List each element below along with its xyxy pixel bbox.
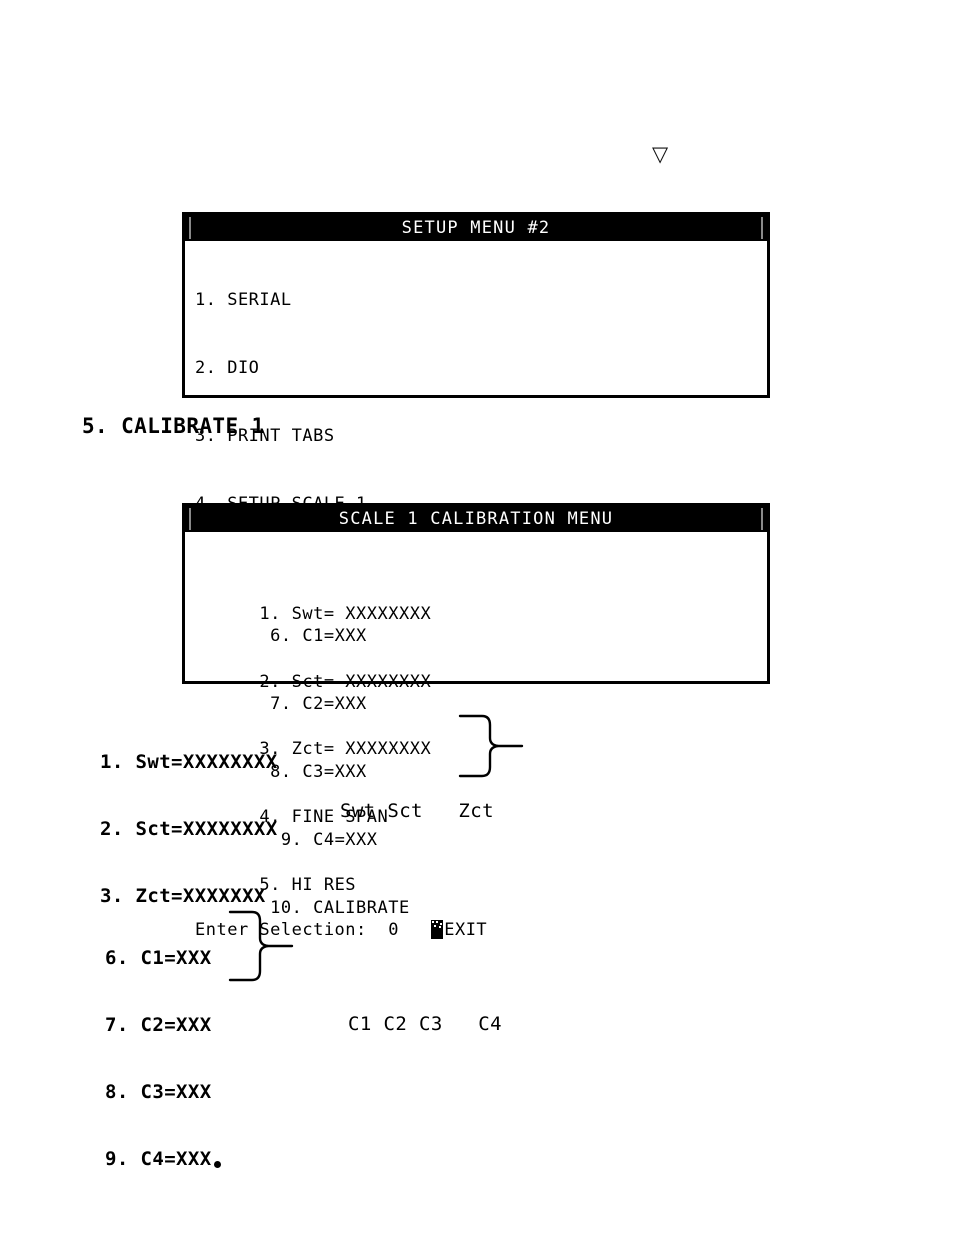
callout-a-item-swt: 1. Swt=XXXXXXXX bbox=[100, 751, 278, 773]
calibration-item-c1[interactable]: 6. C1=XXX bbox=[259, 626, 366, 646]
calibration-gap-1 bbox=[399, 920, 431, 940]
setup-menu-title-bar: SETUP MENU #2 bbox=[185, 215, 767, 241]
callout-a-sub-labels: Swt Sct Zct bbox=[340, 800, 494, 822]
callout-a-list: 1. Swt=XXXXXXXX 2. Sct=XXXXXXXX 3. Zct=X… bbox=[100, 707, 278, 930]
calibration-row-2: 2. Sct= XXXXXXXX 7. C2=XXX bbox=[195, 648, 767, 715]
setup-menu-title: SETUP MENU #2 bbox=[401, 218, 551, 238]
calibration-prompt-spacer bbox=[367, 920, 388, 940]
down-triangle-icon: ▽ bbox=[652, 142, 669, 166]
calibration-item-zct[interactable]: 3. Zct= XXXXXXXX bbox=[259, 739, 431, 759]
calibration-menu-title-bar: SCALE 1 CALIBRATION MENU bbox=[185, 506, 767, 532]
calibration-selection-value[interactable]: 0 bbox=[388, 920, 399, 940]
calibration-menu-title: SCALE 1 CALIBRATION MENU bbox=[338, 509, 614, 529]
callout-b-item-c4: 9. C4=XXX bbox=[105, 1148, 212, 1170]
calibration-menu-panel: SCALE 1 CALIBRATION MENU 1. Swt= XXXXXXX… bbox=[182, 503, 770, 940]
calibration-item-swt[interactable]: 1. Swt= XXXXXXXX bbox=[259, 604, 431, 624]
section-heading: 5. CALIBRATE 1 bbox=[82, 414, 265, 438]
calibration-exit-label[interactable]: EXIT bbox=[444, 920, 487, 940]
callout-a-item-sct: 2. Sct=XXXXXXXX bbox=[100, 818, 278, 840]
callout-b-sub-labels: C1 C2 C3 C4 bbox=[348, 1013, 502, 1035]
setup-menu-panel: SETUP MENU #2 1. SERIAL 2. DIO 3. PRINT … bbox=[182, 212, 770, 649]
lcd-right-edge-marker bbox=[761, 217, 763, 239]
setup-menu-item-dio[interactable]: 2. DIO bbox=[195, 357, 767, 380]
lcd-left-edge-marker bbox=[189, 217, 191, 239]
lcd-right-edge-marker-2 bbox=[761, 508, 763, 530]
bullet-point-icon bbox=[214, 1161, 221, 1168]
calibration-row-5: 5. HI RES 10. CALIBRATE bbox=[195, 851, 767, 918]
calibration-exit-cursor-block-icon[interactable] bbox=[431, 920, 444, 940]
setup-menu-item-serial[interactable]: 1. SERIAL bbox=[195, 289, 767, 312]
setup-menu-item-print-tabs[interactable]: 3. PRINT TABS bbox=[195, 425, 767, 448]
callout-b-list: 6. C1=XXX 7. C2=XXX 8. C3=XXX 9. C4=XXX bbox=[105, 903, 212, 1193]
callout-b-item-c2: 7. C2=XXX bbox=[105, 1014, 212, 1036]
callout-b-item-c1: 6. C1=XXX bbox=[105, 947, 212, 969]
callout-a-brace-icon bbox=[458, 714, 524, 778]
calibration-row-1: 1. Swt= XXXXXXXX 6. C1=XXX bbox=[195, 580, 767, 647]
lcd-left-edge-marker-2 bbox=[189, 508, 191, 530]
callout-b-item-c3: 8. C3=XXX bbox=[105, 1081, 212, 1103]
callout-b-brace-icon bbox=[228, 910, 294, 982]
calibration-item-sct[interactable]: 2. Sct= XXXXXXXX bbox=[259, 672, 431, 692]
